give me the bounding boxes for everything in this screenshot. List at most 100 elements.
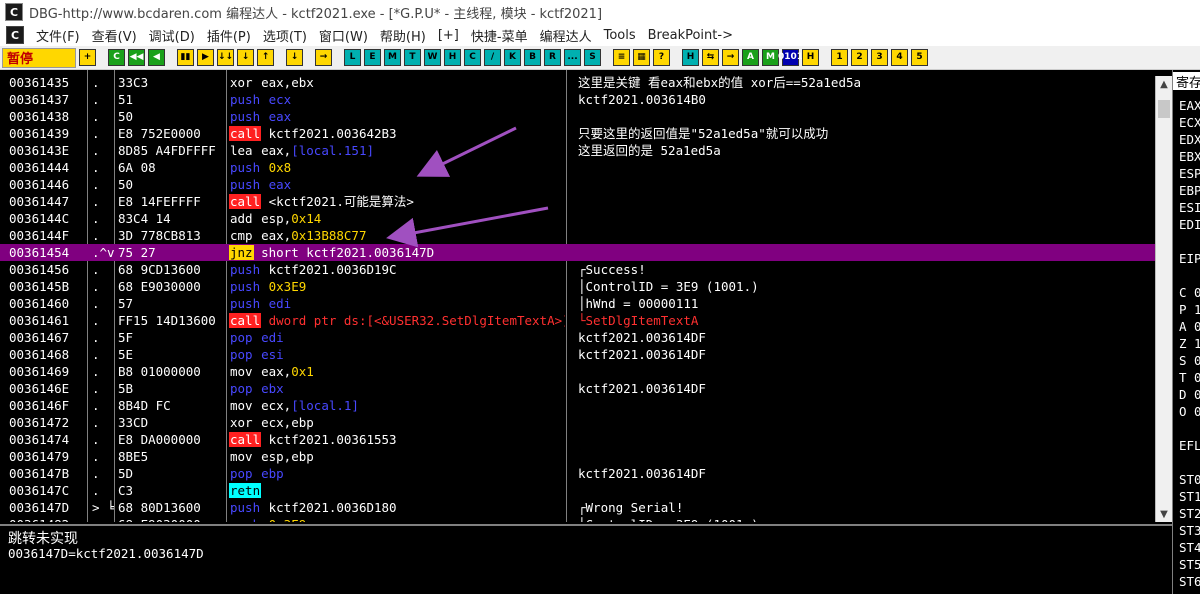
menu-item[interactable]: Tools — [598, 28, 642, 43]
toolbar-button[interactable]: 0101 — [778, 49, 803, 66]
toolbar-button[interactable]: ◀ — [148, 49, 165, 66]
flow-marker: . — [92, 75, 100, 90]
hex-cell: 57 — [118, 296, 134, 311]
disasm-row[interactable]: 0036144F. 3D 778CB813 cmp eax,0x13B88C77 — [0, 227, 1160, 244]
disasm-row[interactable]: 0036147C. C3 retn — [0, 482, 1160, 499]
toolbar-button[interactable]: ↑ — [257, 49, 274, 66]
disasm-row[interactable]: 00361472. 33CD xor ecx,ebp — [0, 414, 1160, 431]
disasm-row[interactable]: 00361467. 5F pop edi kctf2021.003614DF — [0, 329, 1160, 346]
toolbar-button[interactable]: ▮▮ — [177, 49, 194, 66]
menu-item[interactable]: [+] — [432, 28, 465, 43]
operand: 0x3E9 — [261, 279, 307, 294]
toolbar-button[interactable]: → — [722, 49, 739, 66]
disasm-row[interactable]: 0036145B. 68 E9030000 push 0x3E9 │ControlID… — [0, 278, 1160, 295]
disasm-row[interactable]: 00361437. 51 push ecx kctf2021.003614B0 — [0, 91, 1160, 108]
disasm-row[interactable]: 00361468. 5E pop esi kctf2021.003614DF — [0, 346, 1160, 363]
toolbar-button[interactable]: C — [108, 49, 125, 66]
instruction-cell: push edi — [229, 295, 565, 312]
toolbar-button[interactable]: ↓ — [286, 49, 303, 66]
scroll-down-icon[interactable]: ▼ — [1156, 506, 1172, 522]
disasm-row-selected[interactable]: 00361454 .^v 75 27 jnz short kctf2021.00361… — [0, 244, 1160, 261]
toolbar-button[interactable]: ... — [564, 49, 581, 66]
disasm-row[interactable]: 00361482. 68 E9030000push 0x3E9 │ControlID… — [0, 516, 1160, 522]
toolbar-button[interactable]: 1 — [831, 49, 848, 66]
menu-item[interactable]: 查看(V) — [86, 26, 143, 45]
scroll-up-icon[interactable]: ▲ — [1156, 76, 1172, 92]
disasm-row[interactable]: 0036144C. 83C4 14 add esp,0x14 — [0, 210, 1160, 227]
toolbar-button[interactable]: ↓↓ — [217, 49, 234, 66]
toolbar-button[interactable]: C — [464, 49, 481, 66]
toolbar-button[interactable]: ? — [653, 49, 670, 66]
disasm-row[interactable]: 0036146F. 8B4D FC mov ecx,[local.1] — [0, 397, 1160, 414]
disasm-row[interactable]: 0036147D > ╘ 68 80D13600 push kctf2021.0036… — [0, 499, 1160, 516]
disassembly-pane[interactable]: 00361435. 33C3 xor eax,ebx 这里是关键 看eax和ebx的值… — [0, 70, 1172, 522]
address-cell: 0036147C — [9, 483, 70, 498]
comment-cell: kctf2021.003614B0 — [578, 92, 706, 107]
mnemonic: push — [229, 517, 261, 522]
toolbar-button[interactable]: ↓ — [237, 49, 254, 66]
address-cell: 00361469 — [9, 364, 70, 379]
disasm-row[interactable]: 00361435. 33C3 xor eax,ebx 这里是关键 看eax和ebx的值… — [0, 74, 1160, 91]
disasm-row[interactable]: 00361456. 68 9CD13600 push kctf2021.0036D1… — [0, 261, 1160, 278]
disasm-row[interactable]: 00361469. B8 01000000 mov eax,0x1 — [0, 363, 1160, 380]
toolbar-button[interactable]: / — [484, 49, 501, 66]
disasm-row[interactable]: 00361444. 6A 08 push 0x8 — [0, 159, 1160, 176]
app-menu-icon[interactable]: C — [6, 26, 24, 44]
disasm-row[interactable]: 0036147B. 5D pop ebp kctf2021.003614DF — [0, 465, 1160, 482]
disasm-row[interactable]: 00361439. E8 752E0000 call kctf2021.003642… — [0, 125, 1160, 142]
registers-pane[interactable]: 寄存器 EAX ECX EDX EBX ESP EBP ESI EDI EIP C 0 P 1 A 0… — [1172, 70, 1200, 594]
menu-item[interactable]: 窗口(W) — [313, 26, 374, 45]
disasm-row[interactable]: 00361460. 57 push edi │hWnd = 00000111 — [0, 295, 1160, 312]
menu-item[interactable]: 调试(D) — [143, 26, 201, 45]
toolbar-button[interactable]: B — [524, 49, 541, 66]
toolbar-button[interactable]: ▶ — [197, 49, 214, 66]
toolbar-button[interactable]: L — [344, 49, 361, 66]
toolbar-button[interactable]: W — [424, 49, 441, 66]
menu-item[interactable]: 快捷-菜单 — [465, 26, 534, 45]
mnemonic: xor — [230, 75, 253, 90]
scroll-thumb[interactable] — [1158, 100, 1170, 118]
toolbar-button[interactable]: H — [444, 49, 461, 66]
vertical-scrollbar[interactable]: ▲ ▼ — [1155, 76, 1172, 522]
operand: ebp — [253, 466, 284, 481]
toolbar-button[interactable]: 2 — [851, 49, 868, 66]
toolbar-button[interactable]: 5 — [911, 49, 928, 66]
hex-cell: 6A 08 — [118, 160, 156, 175]
toolbar-button[interactable]: 4 — [891, 49, 908, 66]
toolbar-button[interactable]: T — [404, 49, 421, 66]
disasm-row[interactable]: 0036143E. 8D85 A4FDFFFF lea eax,[local.151… — [0, 142, 1160, 159]
toolbar-button[interactable]: ▦ — [633, 49, 650, 66]
toolbar-button[interactable]: ≡ — [613, 49, 630, 66]
toolbar-button[interactable]: M — [384, 49, 401, 66]
disasm-row[interactable]: 0036146E. 5B pop ebx kctf2021.003614DF — [0, 380, 1160, 397]
menu-item[interactable]: 编程达人 — [534, 26, 598, 45]
disasm-row[interactable]: 00361438. 50 push eax — [0, 108, 1160, 125]
toolbar-button[interactable]: H — [802, 49, 819, 66]
toolbar-button[interactable]: + — [79, 49, 96, 66]
flow-marker: > ╘ — [92, 500, 114, 515]
toolbar-button[interactable]: → — [315, 49, 332, 66]
address-cell: 00361435 — [9, 75, 70, 90]
toolbar-button[interactable]: K — [504, 49, 521, 66]
instruction-cell: retn — [229, 482, 565, 499]
disasm-row[interactable]: 00361461. FF15 14D13600 call dword ptr ds:… — [0, 312, 1160, 329]
comment-cell — [578, 193, 1158, 210]
disasm-row[interactable]: 00361446. 50 push eax — [0, 176, 1160, 193]
menu-item[interactable]: 选项(T) — [257, 26, 313, 45]
toolbar-button[interactable]: M — [762, 49, 779, 66]
menu-item[interactable]: 文件(F) — [30, 26, 86, 45]
toolbar-button[interactable]: ⇆ — [702, 49, 719, 66]
toolbar-button[interactable]: H — [682, 49, 699, 66]
disasm-row[interactable]: 00361479. 8BE5 mov esp,ebp — [0, 448, 1160, 465]
toolbar-button[interactable]: A — [742, 49, 759, 66]
disasm-row[interactable]: 00361447. E8 14FEFFFF call <kctf2021.可能是算法… — [0, 193, 1160, 210]
toolbar-button[interactable]: 3 — [871, 49, 888, 66]
disasm-row[interactable]: 00361474. E8 DA000000 call kctf2021.003615… — [0, 431, 1160, 448]
menu-item[interactable]: 插件(P) — [201, 26, 257, 45]
toolbar-button[interactable]: S — [584, 49, 601, 66]
toolbar-button[interactable]: E — [364, 49, 381, 66]
menu-item[interactable]: BreakPoint-> — [642, 28, 739, 43]
toolbar-button[interactable]: R — [544, 49, 561, 66]
menu-item[interactable]: 帮助(H) — [374, 26, 432, 45]
toolbar-button[interactable]: ◀◀ — [128, 49, 145, 66]
